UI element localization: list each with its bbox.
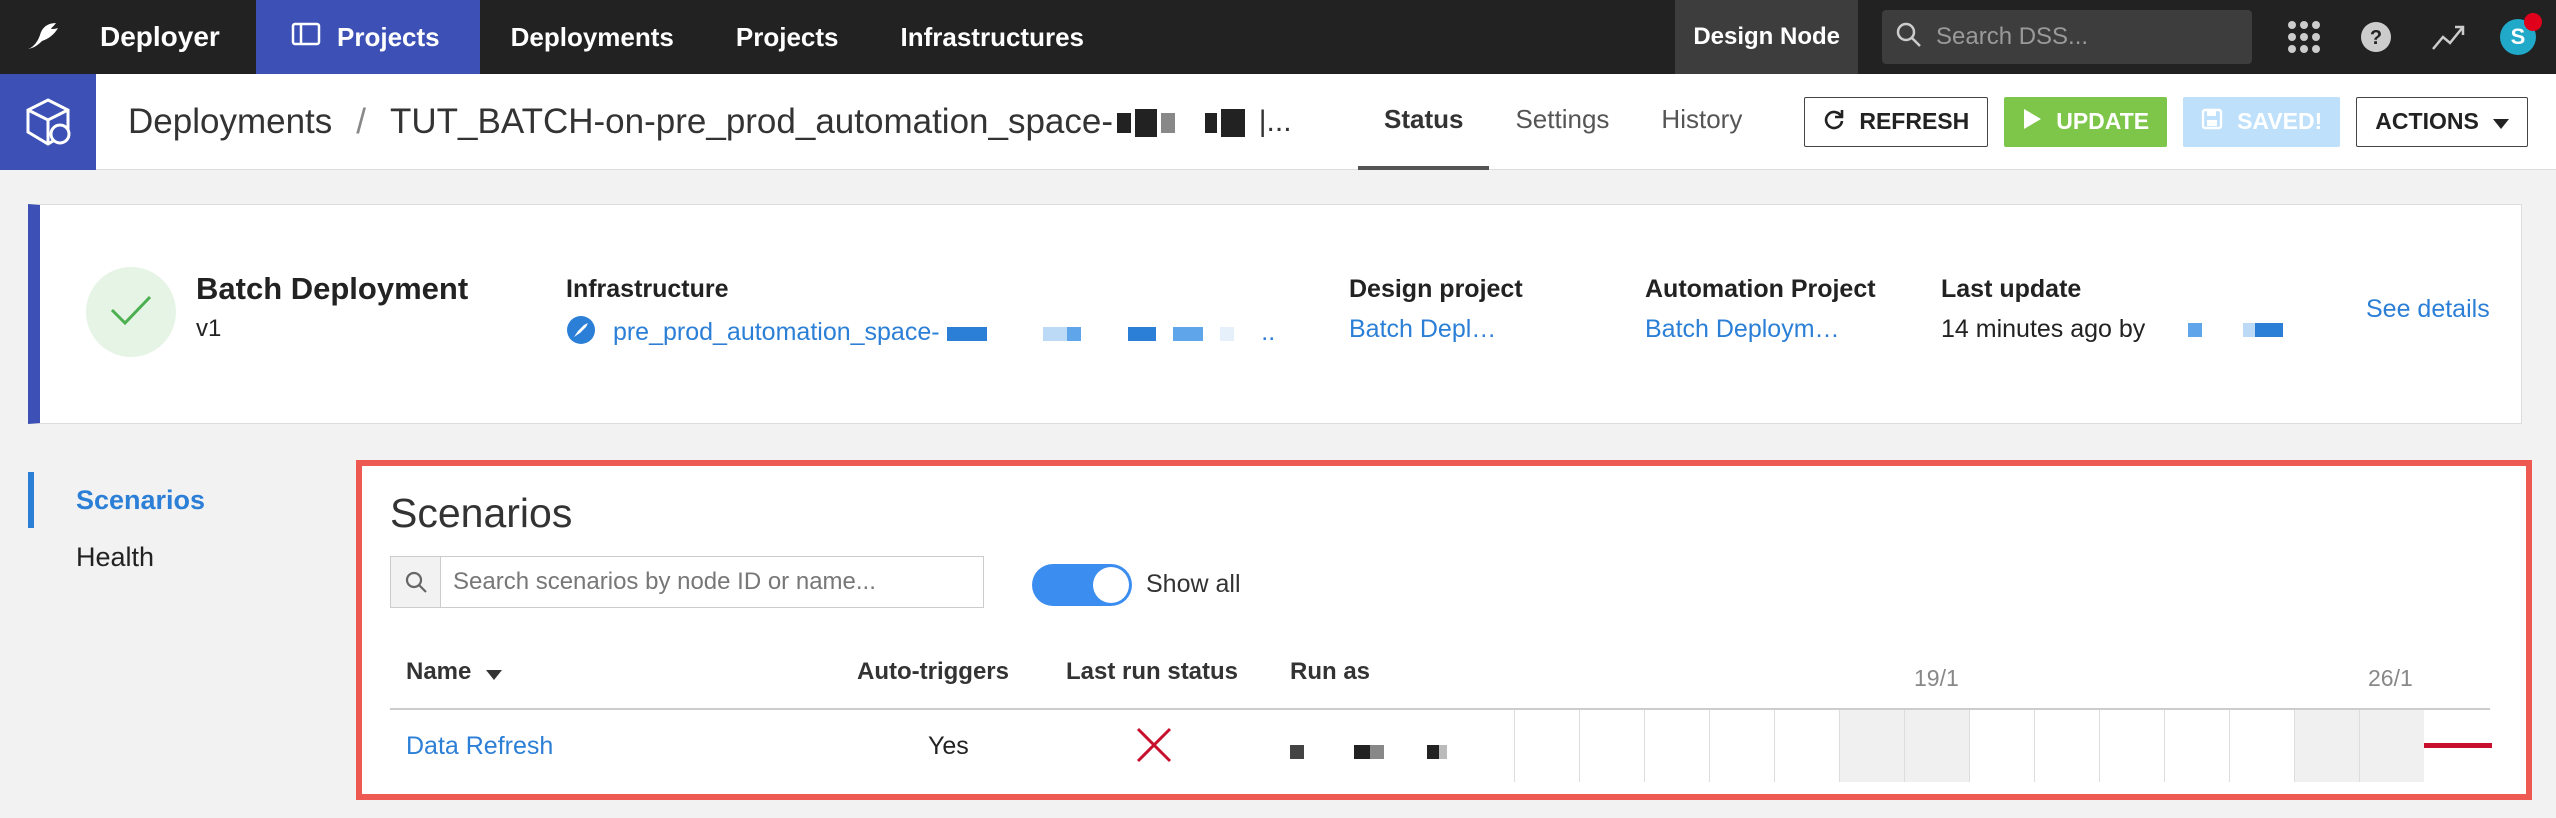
redacted-infra xyxy=(946,318,1242,346)
deployment-header: Deployments / TUT_BATCH-on-pre_prod_auto… xyxy=(0,73,2556,170)
last-update-label: Last update xyxy=(1941,275,2082,303)
column-header-last-run-status: Last run status xyxy=(1066,658,1239,685)
toggle-knob xyxy=(1093,567,1129,603)
column-name-label: Name xyxy=(406,658,472,685)
nav-projects-label: Projects xyxy=(337,21,440,52)
timeline-date: 19/1 xyxy=(1914,665,1959,691)
show-all-label: Show all xyxy=(1146,570,1241,598)
deployment-summary-card: Batch Deployment v1 Infrastructure pre_p… xyxy=(28,204,2522,424)
design-node-link[interactable]: Design Node xyxy=(1675,0,1858,74)
app-name: Deployer xyxy=(100,21,220,52)
nav-infrastructures[interactable]: Infrastructures xyxy=(869,0,1115,74)
infra-ellipsis: .. xyxy=(1261,318,1276,347)
column-header-run-as: Run as xyxy=(1290,658,1371,685)
brand[interactable]: Deployer xyxy=(0,0,256,74)
avatar-initial: S xyxy=(2510,24,2526,49)
search-icon xyxy=(1896,22,1922,53)
tab-settings[interactable]: Settings xyxy=(1489,74,1635,170)
redacted-text xyxy=(1113,102,1245,142)
deployment-name: TUT_BATCH-on-pre_prod_automation_space- xyxy=(390,101,1114,141)
caret-down-icon xyxy=(2492,108,2509,135)
header-tabs: Status Settings History xyxy=(1358,74,1768,170)
last-update-value: 14 minutes ago by xyxy=(1941,315,2284,344)
run-as-redacted xyxy=(1290,743,1447,761)
redacted-user xyxy=(2152,315,2284,343)
deployment-cube-icon xyxy=(0,73,96,170)
breadcrumb-separator: / xyxy=(356,101,366,141)
scenario-auto-triggers: Yes xyxy=(928,732,969,760)
global-search-input[interactable] xyxy=(1936,23,2236,51)
apps-grid-icon[interactable] xyxy=(2284,17,2324,57)
see-details-link[interactable]: See details xyxy=(2366,295,2490,324)
refresh-button[interactable]: REFRESH xyxy=(1804,96,1989,147)
deployment-type: Batch Deployment xyxy=(196,271,469,306)
actions-label: ACTIONS xyxy=(2375,108,2479,134)
show-all-toggle[interactable] xyxy=(1032,564,1132,606)
infrastructure-value: pre_prod_automation_space- xyxy=(612,318,940,347)
tab-history[interactable]: History xyxy=(1635,74,1768,170)
notification-dot xyxy=(2524,13,2542,31)
breadcrumb-deployments[interactable]: Deployments xyxy=(128,102,332,142)
last-update-text: 14 minutes ago by xyxy=(1941,315,2146,343)
check-icon xyxy=(109,293,153,332)
column-header-auto-triggers: Auto-triggers xyxy=(857,658,1009,685)
failed-status-icon xyxy=(1136,727,1172,768)
trending-icon[interactable] xyxy=(2428,17,2468,57)
infrastructure-label: Infrastructure xyxy=(566,275,729,303)
sidenav-health[interactable]: Health xyxy=(28,542,154,573)
refresh-label: REFRESH xyxy=(1859,108,1970,134)
tab-status[interactable]: Status xyxy=(1358,74,1490,170)
scenarios-title: Scenarios xyxy=(390,490,573,536)
infra-rocket-icon xyxy=(566,315,596,352)
column-header-name[interactable]: Name xyxy=(406,658,503,687)
scenario-name-link[interactable]: Data Refresh xyxy=(406,732,553,761)
sidenav-scenarios[interactable]: Scenarios xyxy=(28,472,205,528)
projects-icon xyxy=(291,22,321,53)
breadcrumb: Deployments / TUT_BATCH-on-pre_prod_auto… xyxy=(128,102,1358,142)
scenario-search[interactable] xyxy=(390,556,984,608)
timeline-date: 26/1 xyxy=(2368,665,2413,691)
global-search[interactable] xyxy=(1882,10,2252,64)
breadcrumb-ellipsis: |... xyxy=(1258,104,1292,138)
help-icon[interactable]: ? xyxy=(2356,17,2396,57)
saved-label: SAVED! xyxy=(2237,108,2323,134)
saved-button[interactable]: SAVED! xyxy=(2183,96,2341,147)
play-icon xyxy=(2022,108,2042,136)
actions-button[interactable]: ACTIONS xyxy=(2356,96,2528,147)
status-success-badge xyxy=(86,267,176,357)
design-project-label: Design project xyxy=(1349,275,1523,303)
save-disk-icon xyxy=(2201,108,2223,136)
scenario-search-input[interactable] xyxy=(453,568,973,596)
automation-project-label: Automation Project xyxy=(1645,275,1876,303)
run-failure-marker[interactable] xyxy=(2424,743,2492,748)
design-project-link[interactable]: Batch Depl… xyxy=(1349,315,1496,344)
user-avatar[interactable]: S xyxy=(2500,13,2542,55)
nav-deployments[interactable]: Deployments xyxy=(480,0,705,74)
refresh-icon xyxy=(1823,108,1845,136)
update-button[interactable]: UPDATE xyxy=(2004,96,2168,147)
nav-projects[interactable]: Projects xyxy=(705,0,870,74)
update-label: UPDATE xyxy=(2056,108,2150,134)
sort-caret-down-icon xyxy=(486,659,503,687)
svg-text:?: ? xyxy=(2370,27,2382,49)
nav-projects-active[interactable]: Projects xyxy=(256,0,480,74)
automation-project-link[interactable]: Batch Deploym… xyxy=(1645,315,1840,344)
top-navbar: Deployer Projects Deployments Projects I… xyxy=(0,0,2556,74)
infrastructure-link[interactable]: pre_prod_automation_space- .. xyxy=(566,315,1275,352)
deployment-version: v1 xyxy=(196,315,222,342)
bird-logo-icon xyxy=(22,15,66,59)
search-icon xyxy=(391,557,441,607)
